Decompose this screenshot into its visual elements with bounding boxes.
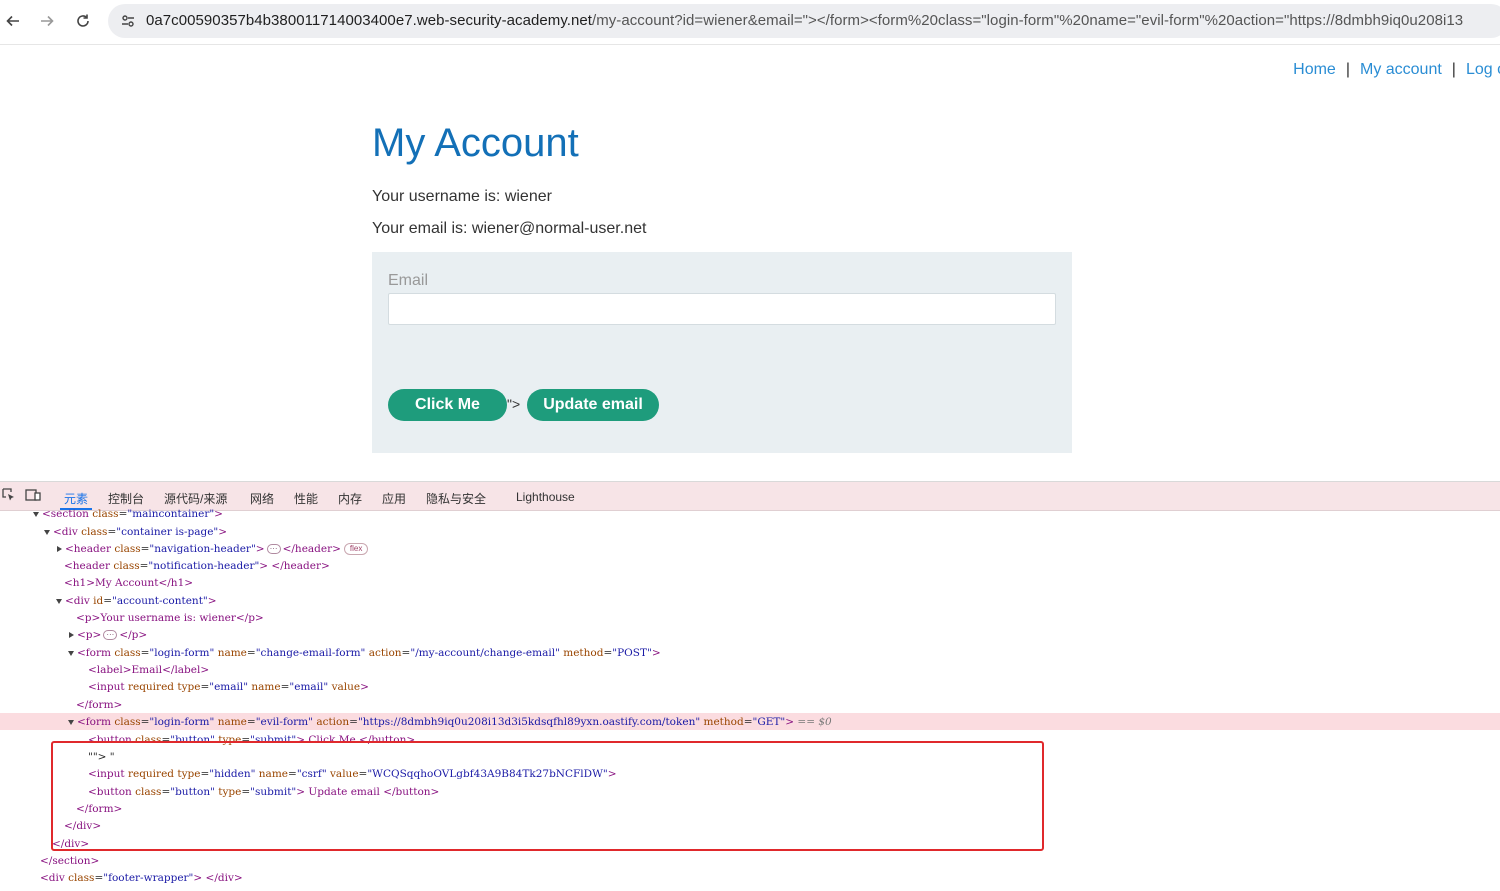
- nav-my-account-link[interactable]: My account: [1360, 61, 1442, 78]
- forward-arrow-icon[interactable]: [34, 8, 60, 34]
- stray-injected-text: ">: [507, 396, 521, 412]
- tab-network[interactable]: 网络: [250, 490, 274, 507]
- dom-node-line[interactable]: <header class="navigation-header"> ··· </h…: [57, 541, 369, 558]
- top-navigation: Home | My account | Log o: [1293, 61, 1500, 79]
- tab-application[interactable]: 应用: [382, 490, 406, 507]
- tab-privacy-security[interactable]: 隐私与安全: [426, 490, 486, 507]
- tab-console[interactable]: 控制台: [108, 490, 144, 507]
- inspect-element-icon[interactable]: [2, 488, 18, 504]
- url-text: 0a7c00590357b4b380011714003400e7.web-sec…: [146, 12, 1463, 29]
- nav-separator: |: [1345, 61, 1350, 78]
- page-title: My Account: [372, 121, 579, 165]
- url-host: 0a7c00590357b4b380011714003400e7.web-sec…: [146, 12, 592, 29]
- nav-home-link[interactable]: Home: [1293, 61, 1336, 78]
- dom-node-line[interactable]: <form class="login-form" name="change-em…: [68, 645, 661, 662]
- dom-node-line[interactable]: <section class="maincontainer">: [33, 506, 223, 523]
- dom-node-line[interactable]: <div id="account-content">: [56, 593, 217, 610]
- dom-node-line[interactable]: <div class="container is-page">: [44, 524, 227, 541]
- dom-node-line[interactable]: <div class="footer-wrapper"> </div>: [40, 870, 243, 887]
- tab-elements[interactable]: 元素: [64, 490, 88, 507]
- dom-node-line[interactable]: <h1>My Account</h1>: [64, 575, 193, 592]
- devtools-panel: 元素 控制台 源代码/来源 网络 性能 内存 应用 隐私与安全 Lighthou…: [0, 481, 1500, 891]
- selected-dom-node-line[interactable]: <form class="login-form" name="evil-form…: [68, 714, 832, 731]
- dom-node-line[interactable]: </form>: [76, 697, 122, 714]
- dom-node-line[interactable]: <p> ··· </p>: [69, 627, 147, 644]
- nav-logout-link[interactable]: Log o: [1466, 61, 1500, 78]
- console-ref-marker: == $0: [797, 716, 832, 728]
- dom-node-line[interactable]: <label>Email</label>: [88, 662, 209, 679]
- dom-node-line[interactable]: <p>Your username is: wiener</p>: [76, 610, 264, 627]
- nav-separator: |: [1451, 61, 1456, 78]
- email-text: Your email is: wiener@normal-user.net: [372, 220, 647, 237]
- tab-sources[interactable]: 源代码/来源: [164, 490, 227, 507]
- red-annotation-box: [51, 741, 1044, 851]
- dom-node-line[interactable]: <input required type="email" name="email…: [88, 679, 369, 696]
- devtools-tabbar: 元素 控制台 源代码/来源 网络 性能 内存 应用 隐私与安全 Lighthou…: [0, 482, 1500, 511]
- email-label: Email: [388, 272, 429, 289]
- email-input[interactable]: [388, 293, 1056, 325]
- reload-icon[interactable]: [70, 8, 96, 34]
- change-email-form: Email Click Me "> Update email: [372, 252, 1072, 453]
- site-settings-icon[interactable]: [118, 11, 138, 31]
- back-arrow-icon[interactable]: [0, 8, 26, 34]
- click-me-button[interactable]: Click Me: [388, 389, 507, 421]
- flex-badge: flex: [343, 543, 369, 555]
- elements-tree: <section class="maincontainer"> <div cla…: [0, 508, 1500, 891]
- tab-performance[interactable]: 性能: [294, 490, 318, 507]
- dom-node-line[interactable]: </section>: [40, 853, 99, 870]
- url-path: /my-account?id=wiener&email="></form><fo…: [591, 12, 1464, 29]
- update-email-button[interactable]: Update email: [527, 389, 659, 421]
- device-toolbar-icon[interactable]: [25, 488, 41, 504]
- tab-memory[interactable]: 内存: [338, 490, 362, 507]
- dom-node-line[interactable]: <header class="notification-header"> </h…: [64, 558, 330, 575]
- username-text: Your username is: wiener: [372, 188, 552, 205]
- tab-lighthouse[interactable]: Lighthouse: [516, 490, 575, 504]
- url-bar[interactable]: 0a7c00590357b4b380011714003400e7.web-sec…: [108, 4, 1500, 38]
- browser-address-bar: 0a7c00590357b4b380011714003400e7.web-sec…: [0, 0, 1500, 45]
